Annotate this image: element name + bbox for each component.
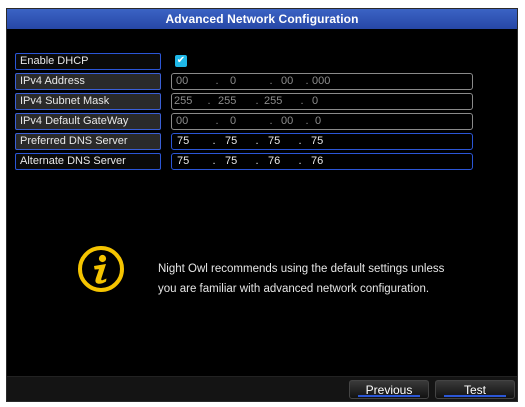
focus-underline bbox=[444, 395, 506, 397]
bottom-toolbar: Previous Test bbox=[7, 376, 517, 401]
ip-separator: . bbox=[305, 115, 309, 127]
ip-separator: . bbox=[207, 95, 211, 107]
ip-octet: 255 bbox=[264, 95, 283, 107]
ip-octet: 0 bbox=[315, 115, 322, 127]
alternate-dns-input[interactable]: 75 . 75 . 76 . 76 bbox=[171, 153, 473, 170]
ip-octet: 76 bbox=[311, 155, 324, 167]
message-line-2: you are familiar with advanced network c… bbox=[158, 283, 430, 295]
gateway-input[interactable]: 00 . 0 . 00 . 0 bbox=[171, 113, 473, 130]
ip-separator: . bbox=[215, 115, 219, 127]
ipv4-address-label: IPv4 Address bbox=[15, 73, 161, 90]
info-icon bbox=[78, 246, 124, 292]
ip-separator: . bbox=[298, 155, 302, 167]
ip-octet: 0 bbox=[230, 75, 237, 87]
ip-octet: 00 bbox=[176, 115, 189, 127]
ip-separator: . bbox=[212, 135, 216, 147]
ip-octet: 75 bbox=[311, 135, 324, 147]
message-line-1: Night Owl recommends using the default s… bbox=[158, 263, 445, 275]
preferred-dns-input[interactable]: 75 . 75 . 75 . 75 bbox=[171, 133, 473, 150]
subnet-mask-input[interactable]: 255 . 255 . 255 . 0 bbox=[171, 93, 473, 110]
ip-separator: . bbox=[212, 155, 216, 167]
ip-octet: 00 bbox=[176, 75, 189, 87]
ip-octet: 0 bbox=[312, 95, 319, 107]
ipv4-address-input[interactable]: 00 . 0 . 00 . 000 bbox=[171, 73, 473, 90]
ip-octet: 00 bbox=[281, 115, 294, 127]
ip-separator: . bbox=[255, 155, 259, 167]
dhcp-checkbox[interactable]: ✔ bbox=[175, 55, 187, 67]
test-button[interactable]: Test bbox=[435, 380, 515, 399]
ip-octet: 75 bbox=[177, 135, 190, 147]
ip-separator: . bbox=[269, 115, 273, 127]
ip-separator: . bbox=[305, 75, 309, 87]
ip-octet: 000 bbox=[312, 75, 331, 87]
window-title: Advanced Network Configuration bbox=[7, 9, 517, 29]
ip-octet: 75 bbox=[177, 155, 190, 167]
alternate-dns-label: Alternate DNS Server bbox=[15, 153, 161, 170]
gateway-label: IPv4 Default GateWay bbox=[15, 113, 161, 130]
ip-separator: . bbox=[269, 75, 273, 87]
preferred-dns-label: Preferred DNS Server bbox=[15, 133, 161, 150]
ip-separator: . bbox=[300, 95, 304, 107]
recommendation-message: Night Owl recommends using the default s… bbox=[158, 259, 498, 299]
ip-separator: . bbox=[255, 95, 259, 107]
focus-underline bbox=[358, 395, 420, 397]
ip-octet: 0 bbox=[230, 115, 237, 127]
network-config-window: Advanced Network Configuration Enable DH… bbox=[6, 8, 518, 402]
ip-separator: . bbox=[298, 135, 302, 147]
previous-button[interactable]: Previous bbox=[349, 380, 429, 399]
ip-separator: . bbox=[255, 135, 259, 147]
subnet-mask-label: IPv4 Subnet Mask bbox=[15, 93, 161, 110]
dhcp-label: Enable DHCP bbox=[15, 53, 161, 70]
ip-separator: . bbox=[215, 75, 219, 87]
ip-octet: 255 bbox=[218, 95, 237, 107]
